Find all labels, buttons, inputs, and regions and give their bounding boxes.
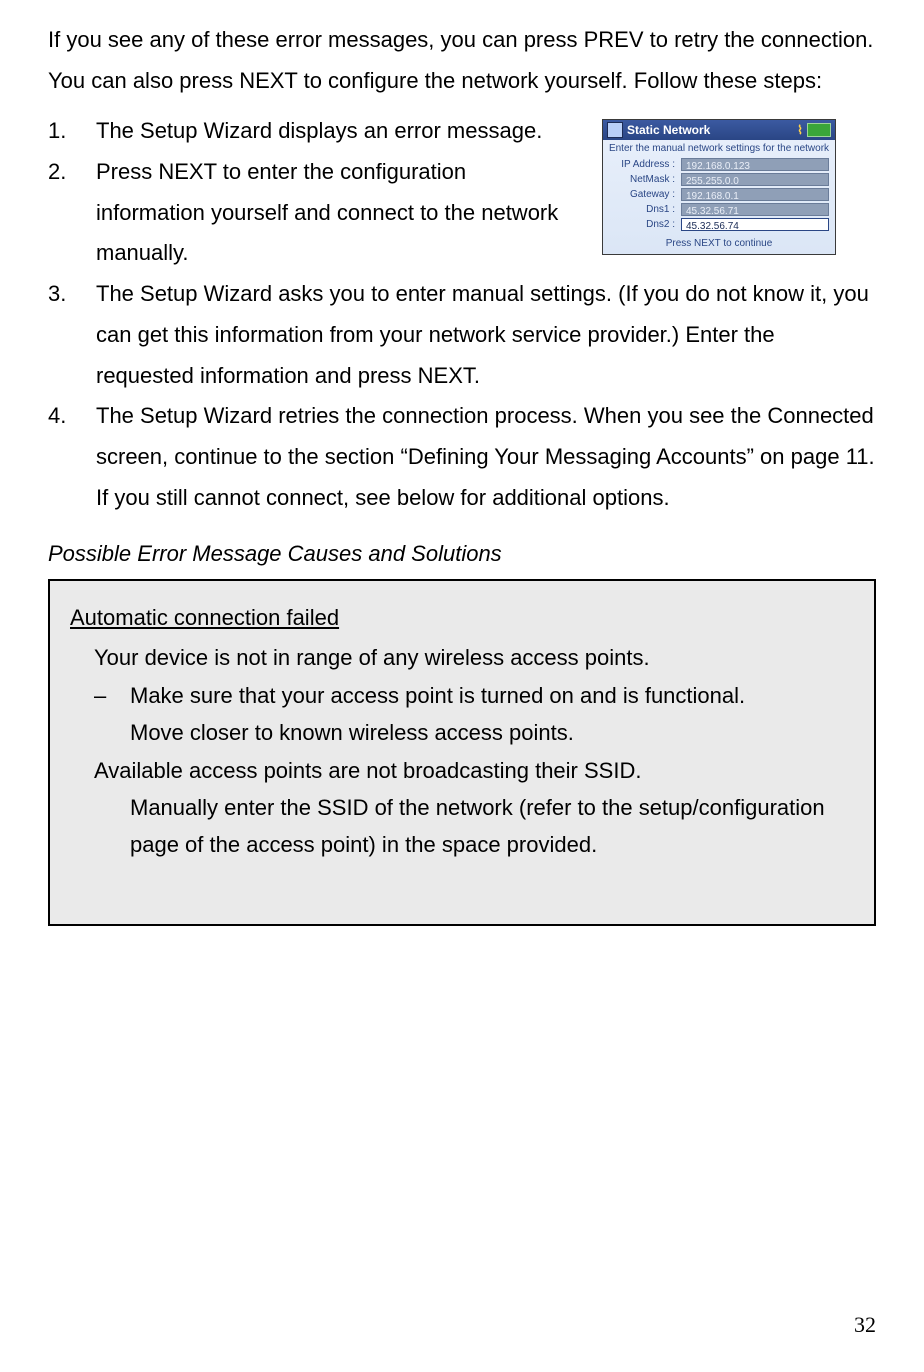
page-number: 32 [854,1312,876,1338]
device-fields: IP Address : 192.168.0.123 NetMask : 255… [603,158,835,235]
steps-left-column: The Setup Wizard displays an error messa… [48,111,574,274]
field-gateway: Gateway : 192.168.0.1 [609,188,829,201]
step-2: Press NEXT to enter the configuration in… [48,152,574,274]
value-netmask: 255.255.0.0 [681,173,829,186]
label-dns1: Dns1 : [609,204,675,215]
steps-list-bottom: The Setup Wizard asks you to enter manua… [48,274,876,518]
document-page: If you see any of these error messages, … [0,0,924,1372]
value-dns1: 45.32.56.71 [681,203,829,216]
value-gateway: 192.168.0.1 [681,188,829,201]
field-ip-address: IP Address : 192.168.0.123 [609,158,829,171]
error-subheading: Possible Error Message Causes and Soluti… [48,536,876,571]
field-netmask: NetMask : 255.255.0.0 [609,173,829,186]
device-hint: Enter the manual network settings for th… [603,140,835,156]
steps-list-top: The Setup Wizard displays an error messa… [48,111,574,274]
error-cause-1: Your device is not in range of any wirel… [70,639,854,676]
label-gateway: Gateway : [609,189,675,200]
error-solution-2: Manually enter the SSID of the network (… [70,789,854,864]
device-titlebar: Static Network ⌇ [603,120,835,140]
device-screenshot: Static Network ⌇ Enter the manual networ… [602,119,836,255]
field-dns1: Dns1 : 45.32.56.71 [609,203,829,216]
error-solution-1a: Make sure that your access point is turn… [70,677,854,714]
error-solution-1b: Move closer to known wireless access poi… [70,714,854,751]
label-dns2: Dns2 : [609,219,675,230]
device-footer: Press NEXT to continue [603,235,835,254]
error-box: Automatic connection failed Your device … [48,579,876,925]
value-ip-address: 192.168.0.123 [681,158,829,171]
device-title: Static Network [627,123,710,137]
wifi-icon: ⌇ [797,123,803,137]
intro-paragraph: If you see any of these error messages, … [48,20,876,101]
step-4: The Setup Wizard retries the connection … [48,396,876,518]
label-netmask: NetMask : [609,174,675,185]
field-dns2: Dns2 : 45.32.56.74 [609,218,829,231]
app-icon [607,122,623,138]
error-title: Automatic connection failed [70,605,854,631]
battery-icon [807,123,831,137]
step-3: The Setup Wizard asks you to enter manua… [48,274,876,396]
error-cause-2: Available access points are not broadcas… [70,752,854,789]
label-ip-address: IP Address : [609,159,675,170]
steps-with-image-row: The Setup Wizard displays an error messa… [48,111,876,274]
value-dns2: 45.32.56.74 [681,218,829,231]
step-1: The Setup Wizard displays an error messa… [48,111,574,152]
